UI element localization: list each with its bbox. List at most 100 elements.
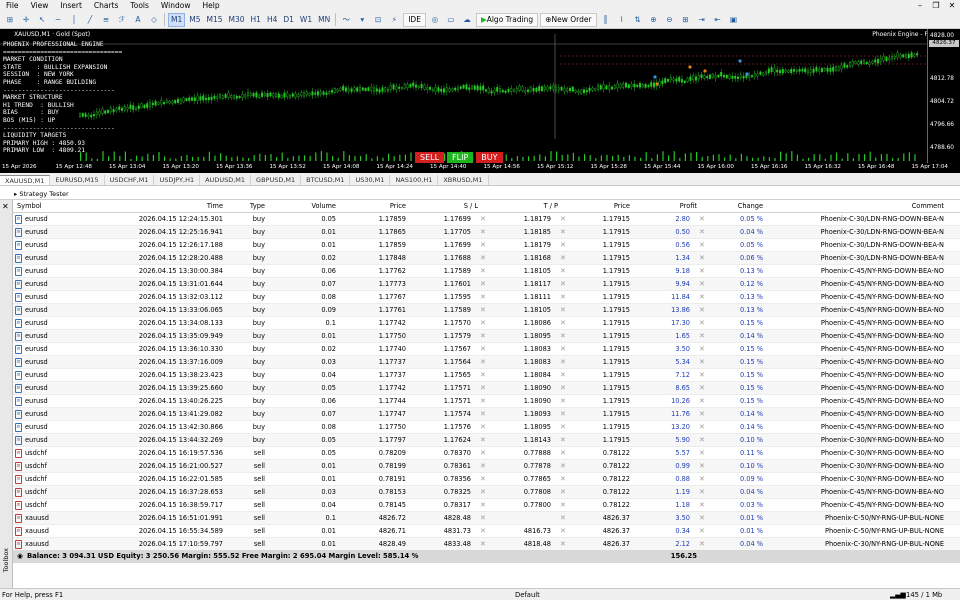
chart-type-icon[interactable]: 〜	[339, 13, 353, 27]
oscillator-icon[interactable]: ⌇	[615, 13, 629, 27]
templates-icon[interactable]: ⊡	[371, 13, 385, 27]
table-row[interactable]: ≡ usdchf 2026.04.15 16:19:57.536 sell 0.05 0.…	[13, 447, 960, 460]
zoom-in-icon[interactable]: ⊕	[647, 13, 661, 27]
remove-tp-icon[interactable]: ✕	[560, 356, 568, 369]
timeframe-h4[interactable]: H4	[265, 13, 279, 27]
chart-tab[interactable]: NAS100,H1	[390, 175, 439, 185]
close-position-icon[interactable]: ✕	[699, 278, 707, 291]
remove-sl-icon[interactable]: ✕	[480, 304, 488, 317]
remove-tp-icon[interactable]: ✕	[560, 473, 568, 486]
timeframe-w1[interactable]: W1	[298, 13, 314, 27]
remove-sl-icon[interactable]: ✕	[480, 421, 488, 434]
community-icon[interactable]: ◎	[428, 13, 442, 27]
ide-button[interactable]: IDE	[403, 12, 426, 27]
table-row[interactable]: ≡ xauusd 2026.04.15 16:51:01.991 sell 0.1 482…	[13, 512, 960, 525]
remove-tp-icon[interactable]: ✕	[560, 304, 568, 317]
table-row[interactable]: ≡ eurusd 2026.04.15 12:24:15.301 buy 0.05 1.1…	[13, 213, 960, 226]
chart-tab[interactable]: USDCHF,M1	[105, 175, 155, 185]
close-position-icon[interactable]: ✕	[699, 382, 707, 395]
oneclick-icon[interactable]: ⇅	[631, 13, 645, 27]
sell-button[interactable]: SELL	[415, 152, 445, 163]
remove-sl-icon[interactable]: ✕	[480, 239, 488, 252]
close-position-icon[interactable]: ✕	[699, 512, 707, 525]
remove-sl-icon[interactable]: ✕	[480, 460, 488, 473]
table-row[interactable]: ≡ usdchf 2026.04.15 16:21:00.527 sell 0.01 0.…	[13, 460, 960, 473]
close-position-icon[interactable]: ✕	[699, 434, 707, 447]
trendline-icon[interactable]: ╱	[83, 13, 97, 27]
remove-sl-icon[interactable]: ✕	[480, 226, 488, 239]
chart-tab[interactable]: USDJPY,H1	[154, 175, 201, 185]
col-symbol[interactable]: Symbol	[17, 200, 77, 213]
remove-sl-icon[interactable]: ✕	[480, 213, 488, 226]
close-position-icon[interactable]: ✕	[699, 265, 707, 278]
table-row[interactable]: ≡ usdchf 2026.04.15 16:22:01.585 sell 0.01 0.…	[13, 473, 960, 486]
menu-file[interactable]: File	[0, 1, 25, 10]
chart-tab[interactable]: XAUUSD,M1	[0, 175, 51, 185]
remove-sl-icon[interactable]: ✕	[480, 330, 488, 343]
close-position-icon[interactable]: ✕	[699, 317, 707, 330]
menu-charts[interactable]: Charts	[88, 1, 125, 10]
table-row[interactable]: ≡ usdchf 2026.04.15 16:38:59.717 sell 0.04 0.…	[13, 499, 960, 512]
close-position-icon[interactable]: ✕	[699, 460, 707, 473]
remove-tp-icon[interactable]: ✕	[560, 213, 568, 226]
remove-sl-icon[interactable]: ✕	[480, 447, 488, 460]
close-position-icon[interactable]: ✕	[699, 421, 707, 434]
table-row[interactable]: ≡ eurusd 2026.04.15 13:39:25.660 buy 0.05 1.1…	[13, 382, 960, 395]
close-position-icon[interactable]: ✕	[699, 473, 707, 486]
table-row[interactable]: ≡ eurusd 2026.04.15 13:36:10.330 buy 0.02 1.1…	[13, 343, 960, 356]
close-position-icon[interactable]: ✕	[699, 252, 707, 265]
close-position-icon[interactable]: ✕	[699, 330, 707, 343]
chart-tab[interactable]: AUDUSD,M1	[200, 175, 252, 185]
strategy-tester-bar[interactable]: ▸ Strategy Tester	[0, 186, 960, 200]
depth-icon[interactable]: ║	[599, 13, 613, 27]
table-row[interactable]: ≡ eurusd 2026.04.15 12:28:20.488 buy 0.02 1.1…	[13, 252, 960, 265]
remove-sl-icon[interactable]: ✕	[480, 473, 488, 486]
chart-tab[interactable]: BTCUSD,M1	[301, 175, 351, 185]
remove-sl-icon[interactable]: ✕	[480, 512, 488, 525]
close-icon[interactable]: ✕	[944, 0, 960, 11]
remove-tp-icon[interactable]: ✕	[560, 252, 568, 265]
close-position-icon[interactable]: ✕	[699, 343, 707, 356]
close-position-icon[interactable]: ✕	[699, 369, 707, 382]
text-icon[interactable]: A	[131, 13, 145, 27]
new-order-button[interactable]: ⊕ New Order	[540, 12, 597, 27]
new-chart-icon[interactable]: ⊞	[3, 13, 17, 27]
table-row[interactable]: ≡ xauusd 2026.04.15 16:55:34.589 sell 0.01 48…	[13, 525, 960, 538]
remove-tp-icon[interactable]: ✕	[560, 239, 568, 252]
remove-sl-icon[interactable]: ✕	[480, 395, 488, 408]
signals-icon[interactable]: ☁	[460, 13, 474, 27]
table-row[interactable]: ≡ eurusd 2026.04.15 13:40:26.225 buy 0.06 1.1…	[13, 395, 960, 408]
autoscroll-icon[interactable]: ⇥	[695, 13, 709, 27]
remove-tp-icon[interactable]: ✕	[560, 525, 568, 538]
crosshair-icon[interactable]: ✛	[19, 13, 33, 27]
indicators-icon[interactable]: ▾	[355, 13, 369, 27]
col-change[interactable]: Change	[697, 200, 763, 213]
expert-icon[interactable]: ⚡	[387, 13, 401, 27]
table-row[interactable]: ≡ eurusd 2026.04.15 13:32:03.112 buy 0.08 1.1…	[13, 291, 960, 304]
remove-tp-icon[interactable]: ✕	[560, 499, 568, 512]
buy-button[interactable]: BUY	[476, 152, 503, 163]
remove-tp-icon[interactable]: ✕	[560, 278, 568, 291]
col-sl[interactable]: S / L	[406, 200, 478, 213]
col-type[interactable]: Type	[223, 200, 265, 213]
remove-tp-icon[interactable]: ✕	[560, 382, 568, 395]
zoom-out-icon[interactable]: ⊖	[663, 13, 677, 27]
timeframe-d1[interactable]: D1	[281, 13, 296, 27]
remove-tp-icon[interactable]: ✕	[560, 317, 568, 330]
remove-tp-icon[interactable]: ✕	[560, 447, 568, 460]
remove-tp-icon[interactable]: ✕	[560, 434, 568, 447]
close-position-icon[interactable]: ✕	[699, 239, 707, 252]
table-row[interactable]: ≡ eurusd 2026.04.15 12:26:17.188 buy 0.01 1.1…	[13, 239, 960, 252]
timeframe-m30[interactable]: M30	[227, 13, 247, 27]
timeframe-m15[interactable]: M15	[205, 13, 225, 27]
table-row[interactable]: ≡ eurusd 2026.04.15 13:35:09.949 buy 0.01 1.1…	[13, 330, 960, 343]
remove-sl-icon[interactable]: ✕	[480, 343, 488, 356]
remove-tp-icon[interactable]: ✕	[560, 395, 568, 408]
menu-view[interactable]: View	[25, 1, 55, 10]
chart-tab[interactable]: US30,M1	[350, 175, 391, 185]
table-row[interactable]: ≡ eurusd 2026.04.15 12:25:16.941 buy 0.01 1.1…	[13, 226, 960, 239]
remove-sl-icon[interactable]: ✕	[480, 382, 488, 395]
table-row[interactable]: ≡ eurusd 2026.04.15 13:33:06.065 buy 0.09 1.1…	[13, 304, 960, 317]
grid-icon[interactable]: ⊞	[679, 13, 693, 27]
screenshot-icon[interactable]: ▣	[727, 13, 741, 27]
